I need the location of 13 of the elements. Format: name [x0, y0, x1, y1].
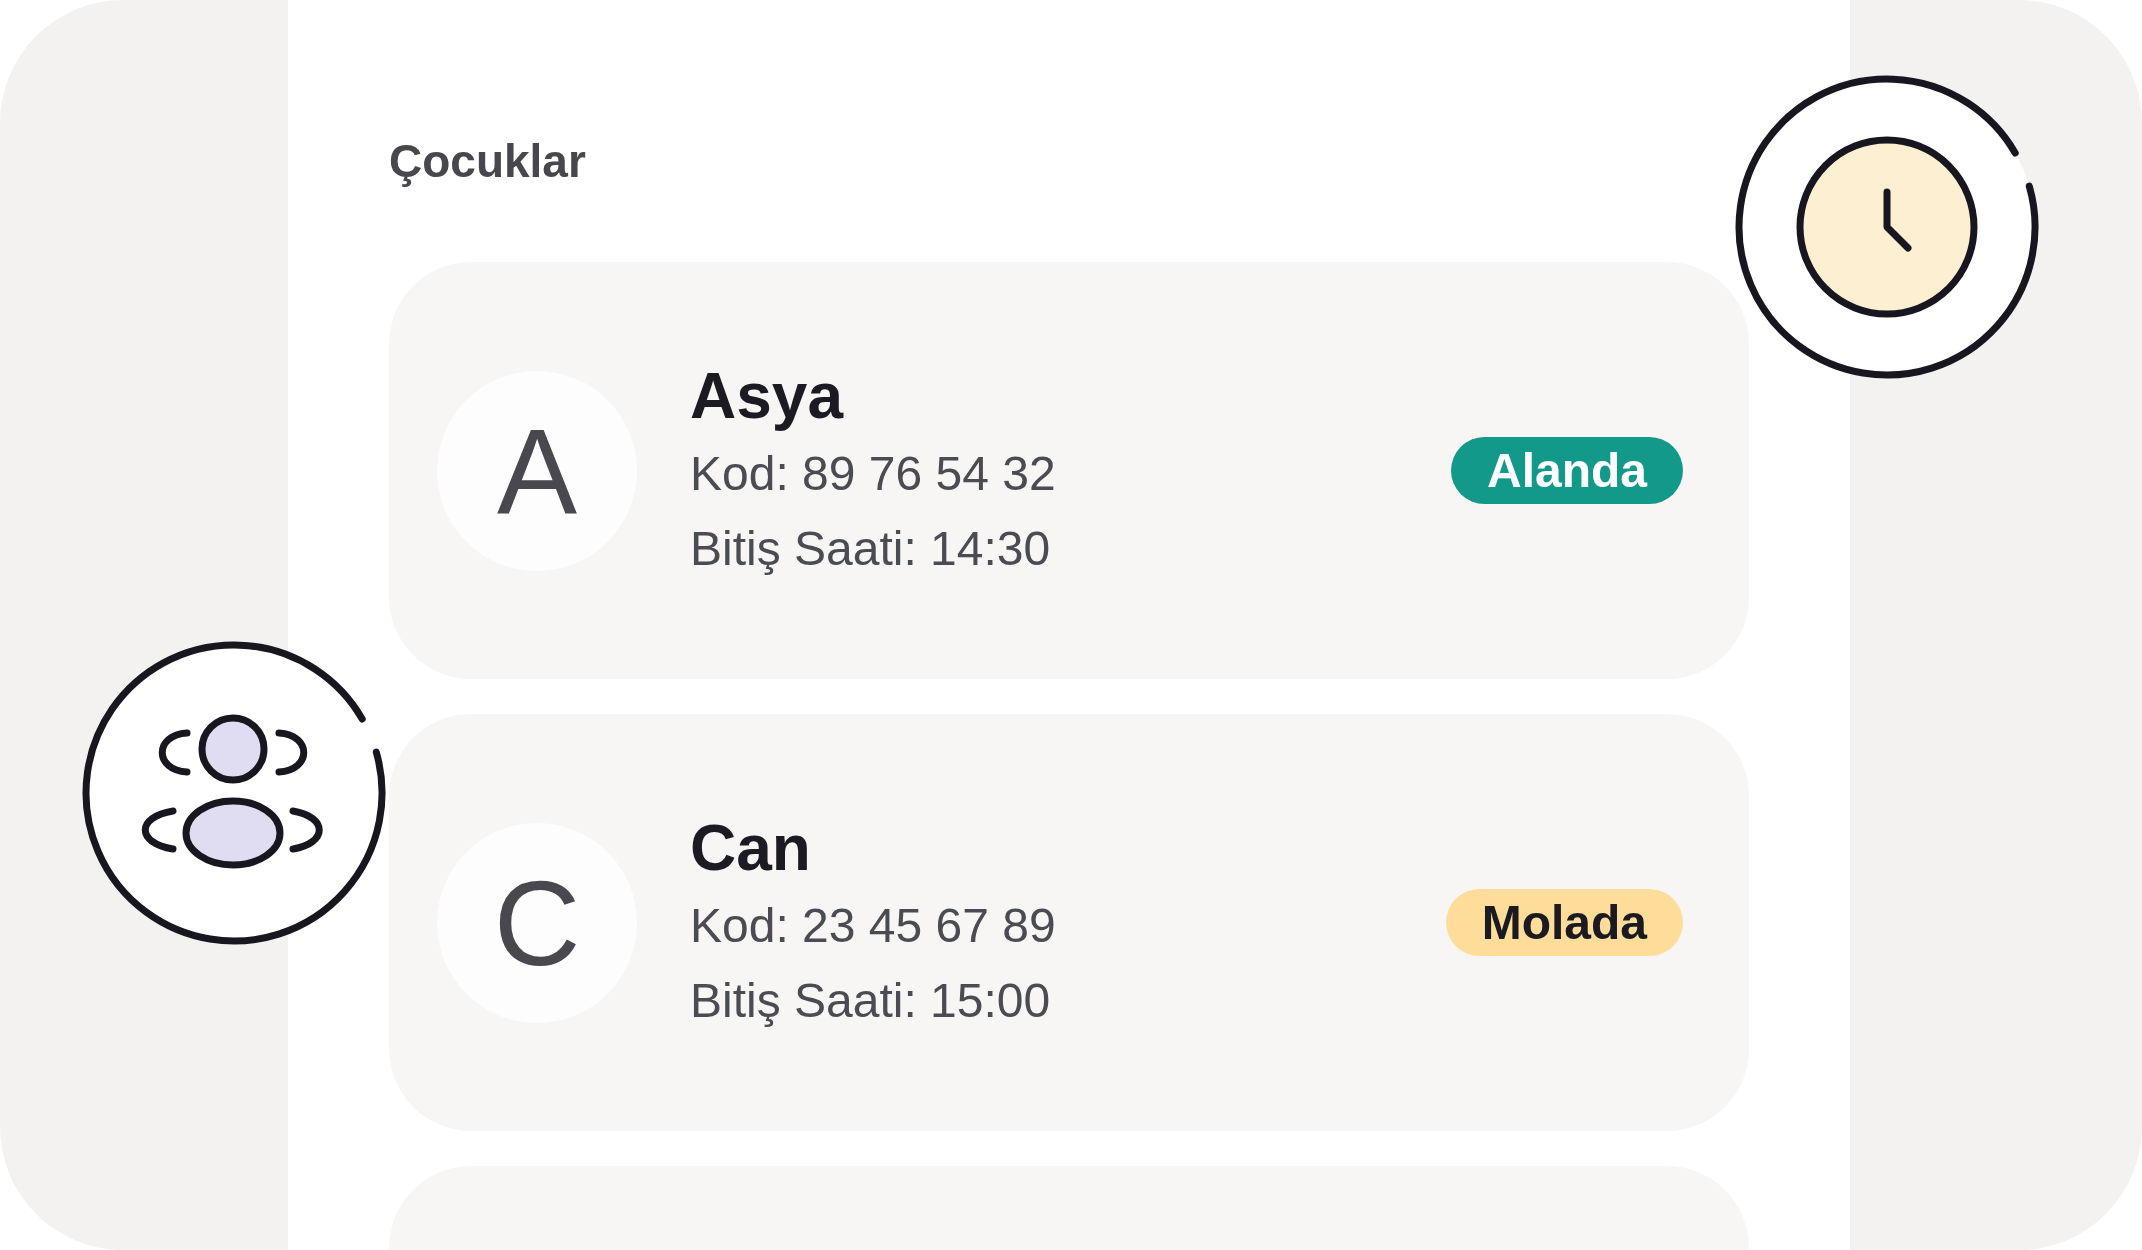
child-code: Kod: 23 45 67 89: [690, 897, 1056, 954]
status-badge: Molada: [1445, 889, 1683, 956]
avatar: A: [437, 370, 637, 571]
page-title: Çocuklar: [389, 134, 587, 189]
child-card[interactable]: C Can Kod: 23 45 67 89 Bitiş Saati: 15:00 Molada: [389, 714, 1749, 1131]
status-badge: Alanda: [1450, 437, 1683, 504]
end-time: Bitiş Saati: 14:30: [690, 520, 1051, 577]
end-time: Bitiş Saati: 15:00: [690, 972, 1051, 1029]
child-name: Can: [690, 810, 811, 886]
child-name: Asya: [690, 358, 843, 434]
avatar: C: [437, 822, 637, 1023]
child-card[interactable]: A Asya Kod: 89 76 54 32 Bitiş Saati: 14:30 Alanda: [389, 262, 1749, 679]
child-code: Kod: 89 76 54 32: [690, 445, 1056, 502]
